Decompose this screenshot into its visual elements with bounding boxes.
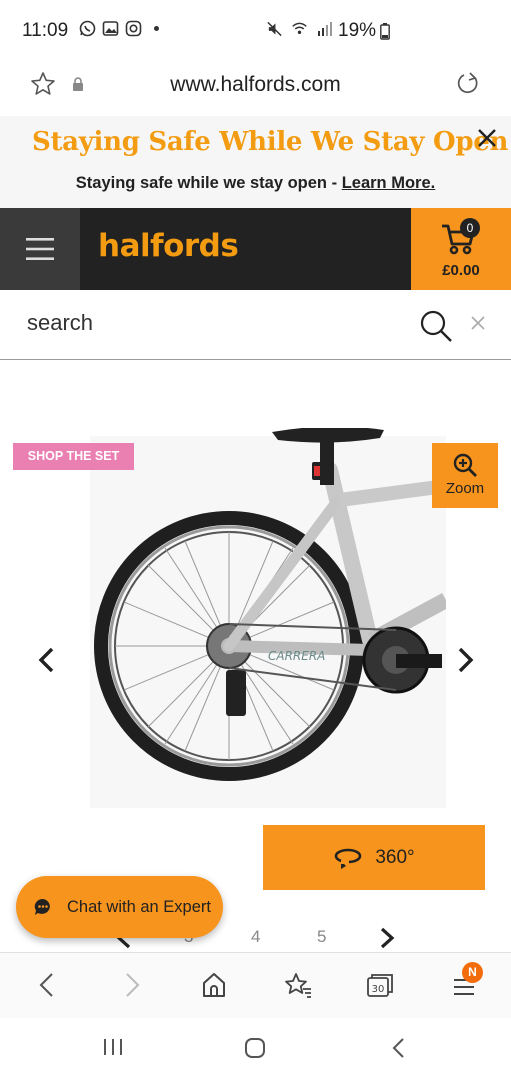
zoom-button[interactable]: Zoom: [432, 443, 498, 508]
chat-bubble-icon: [34, 898, 50, 915]
search-bar: [0, 290, 511, 360]
system-nav-bar: [0, 1018, 511, 1080]
battery-icon: [380, 22, 390, 40]
tabs-icon[interactable]: 30: [366, 971, 394, 1004]
back-icon[interactable]: [35, 971, 59, 1004]
pager-page[interactable]: 5: [317, 927, 326, 947]
address-bar[interactable]: www.halfords.com: [0, 62, 511, 116]
cart-total: £0.00: [442, 262, 480, 279]
view-360-label: 360°: [375, 846, 415, 868]
home-icon[interactable]: [201, 971, 227, 1004]
status-bar: 11:09 19%: [0, 0, 511, 62]
browser-toolbar: 30: [0, 952, 511, 1018]
whatsapp-icon: [79, 20, 96, 37]
previous-image-arrow-icon[interactable]: [36, 646, 58, 679]
home-button-icon[interactable]: [243, 1036, 267, 1065]
system-back-icon[interactable]: [389, 1036, 409, 1065]
battery-percent: 19%: [338, 20, 377, 41]
pager-next-icon[interactable]: [377, 926, 397, 955]
reload-icon[interactable]: [454, 70, 482, 103]
hamburger-icon: [26, 238, 54, 260]
chat-with-expert-button[interactable]: Chat with an Expert: [16, 876, 223, 938]
search-input[interactable]: [27, 310, 407, 336]
banner-title: Staying Safe While We Stay Open: [32, 127, 509, 157]
view-360-button[interactable]: 360°: [263, 825, 485, 890]
status-time: 11:09: [22, 20, 69, 41]
notification-icons: [79, 20, 165, 37]
banner-subtitle: Staying safe while we stay open - Learn …: [0, 174, 511, 193]
pager-page[interactable]: 4: [251, 927, 260, 947]
cart-count-badge: 0: [460, 218, 480, 238]
signal-icon: [316, 20, 333, 37]
next-image-arrow-icon[interactable]: [455, 646, 477, 679]
bike-product-image[interactable]: CARRERA: [90, 428, 446, 808]
learn-more-link[interactable]: Learn More.: [342, 174, 436, 192]
dot-icon: [148, 20, 165, 37]
covid-banner: Staying Safe While We Stay Open Staying …: [0, 116, 511, 208]
hamburger-menu-button[interactable]: [0, 208, 80, 290]
gallery-icon: [102, 20, 119, 37]
zoom-label: Zoom: [445, 480, 485, 497]
bookmarks-icon[interactable]: [283, 971, 313, 1004]
search-icon[interactable]: [418, 308, 454, 349]
banner-subtitle-text: Staying safe while we stay open -: [75, 174, 342, 192]
battery-status: 19%: [338, 20, 390, 42]
clear-search-icon[interactable]: [469, 314, 487, 337]
shop-the-set-badge[interactable]: SHOP THE SET: [13, 443, 134, 470]
forward-icon[interactable]: [120, 971, 144, 1004]
chat-label: Chat with an Expert: [67, 897, 211, 916]
svg-text:CARRERA: CARRERA: [268, 649, 325, 663]
close-banner-icon[interactable]: [475, 126, 499, 155]
menu-notification-badge: N: [462, 962, 483, 983]
zoom-in-icon: [453, 453, 477, 477]
url-text[interactable]: www.halfords.com: [0, 73, 511, 97]
system-icons: [266, 20, 333, 37]
rotate-360-icon: [335, 848, 362, 869]
mute-icon: [266, 20, 283, 37]
tabs-count: 30: [372, 984, 385, 995]
instagram-icon: [125, 20, 142, 37]
recent-apps-icon[interactable]: [101, 1036, 125, 1063]
wifi-icon: [291, 20, 308, 37]
halfords-logo[interactable]: halfords: [98, 228, 239, 264]
